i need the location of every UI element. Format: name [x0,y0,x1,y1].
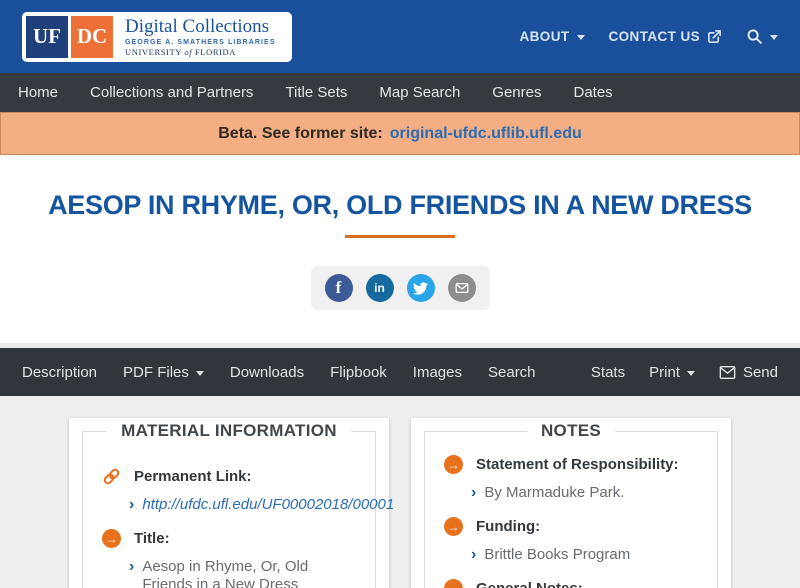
panel-heading-notes: NOTES [526,421,616,441]
arrow-right-circle-icon: → [444,455,463,474]
entry-value: Aesop in Rhyme, Or, Old Friends in a New… [142,558,309,588]
logo-subtitle: GEORGE A. SMATHERS LIBRARIES [125,38,276,46]
uf-logo-block: UF [26,15,68,58]
nav-item-genres[interactable]: Genres [476,73,557,112]
nav-item-home[interactable]: Home [2,73,74,112]
stats-button[interactable]: Stats [591,364,625,381]
email-share-button[interactable] [447,274,476,302]
print-menu[interactable]: Print [649,364,695,381]
arrow-right-circle-icon: → [444,579,463,588]
chevron-down-icon [195,370,204,376]
dc-logo-block: DC [71,15,113,58]
entry-label: General Notes: [476,580,583,588]
mail-icon [719,365,736,379]
beta-banner: Beta. See former site: original-ufdc.ufl… [0,112,800,155]
chevron-right-icon [471,546,476,564]
arrow-right-circle-icon: → [102,529,121,548]
item-toolbar: Description PDF Files Downloads Flipbook… [0,348,800,396]
tab-downloads[interactable]: Downloads [230,364,304,381]
logo-text: Digital Collections GEORGE A. SMATHERS L… [116,16,288,58]
linkedin-share-button[interactable]: in [365,274,394,302]
former-site-link[interactable]: original-ufdc.uflib.ufl.edu [390,125,582,143]
nav-item-dates[interactable]: Dates [557,73,628,112]
twitter-share-button[interactable] [406,274,435,302]
main-navigation: Home Collections and Partners Title Sets… [0,73,800,112]
about-menu[interactable]: ABOUT [520,29,585,44]
chevron-right-icon [129,496,134,514]
external-link-icon [708,30,721,43]
contact-us-link[interactable]: CONTACT US [609,29,723,44]
twitter-icon [413,281,428,295]
site-header: UF DC Digital Collections GEORGE A. SMAT… [0,0,800,73]
chevron-down-icon [686,370,695,376]
share-bar: f in [310,266,490,310]
material-information-panel: MATERIAL INFORMATION Permanent Link: › h… [69,418,394,588]
facebook-share-button[interactable]: f [324,274,353,302]
search-toggle[interactable] [746,28,778,45]
metadata-entry-permanent-link: Permanent Link: http://ufdc.ufl.edu/UF00… [102,467,394,514]
entry-label: Funding: [476,518,541,535]
nav-item-collections-and-partners[interactable]: Collections and Partners [74,73,269,112]
logo-university: UNIVERSITY of FLORIDA [125,46,237,57]
entry-label: Title: [134,530,170,547]
link-icon [102,467,121,486]
page-title: AESOP IN RHYME, OR, OLD FRIENDS IN A NEW… [48,190,752,220]
facebook-icon: f [335,278,342,297]
permanent-link-url[interactable]: http://ufdc.ufl.edu/UF00002018/00001 [142,496,394,514]
logo-title: Digital Collections [125,15,270,37]
metadata-entry-title: → Title: Aesop in Rhyme, Or, Old Friends… [102,529,357,588]
chevron-right-icon [471,484,476,502]
tab-images[interactable]: Images [413,364,462,381]
panel-heading-material-information: MATERIAL INFORMATION [107,421,351,441]
tab-pdf-files[interactable]: PDF Files [123,364,204,381]
notes-panel: NOTES → Statement of Responsibility: By … [411,418,731,588]
entry-value: Brittle Books Program [484,546,631,563]
item-header: AESOP IN RHYME, OR, OLD FRIENDS IN A NEW… [0,155,800,343]
linkedin-icon: in [374,281,385,295]
nav-item-map-search[interactable]: Map Search [363,73,476,112]
entry-value: By Marmaduke Park. [484,484,625,501]
entry-label: Statement of Responsibility: [476,456,679,473]
tab-flipbook[interactable]: Flipbook [330,364,387,381]
toolbar-left-group: Description PDF Files Downloads Flipbook… [22,364,536,381]
arrow-right-circle-icon: → [444,517,463,536]
metadata-entry-funding: → Funding: Brittle Books Program [444,517,699,564]
header-menu: ABOUT CONTACT US [520,28,778,45]
nav-item-title-sets[interactable]: Title Sets [269,73,363,112]
chevron-down-icon [770,35,778,40]
title-divider [345,235,455,238]
beta-banner-text: Beta. See former site: [218,124,383,142]
mail-icon [455,282,468,294]
chevron-down-icon [576,35,585,40]
ufdc-logo[interactable]: UF DC Digital Collections GEORGE A. SMAT… [22,11,292,62]
chevron-right-icon [129,558,134,576]
entry-label: Permanent Link: [134,468,252,485]
metadata-entry-general-notes: → General Notes: [444,579,699,588]
metadata-entry-statement-of-responsibility: → Statement of Responsibility: By Marmad… [444,455,699,502]
ufdc-item-page: UF DC Digital Collections GEORGE A. SMAT… [0,0,800,588]
send-button[interactable]: Send [719,364,778,381]
toolbar-right-group: Stats Print Send [591,364,778,381]
tab-search[interactable]: Search [488,364,536,381]
metadata-panels: MATERIAL INFORMATION Permanent Link: › h… [0,396,800,588]
search-icon [747,29,762,44]
tab-description[interactable]: Description [22,364,97,381]
